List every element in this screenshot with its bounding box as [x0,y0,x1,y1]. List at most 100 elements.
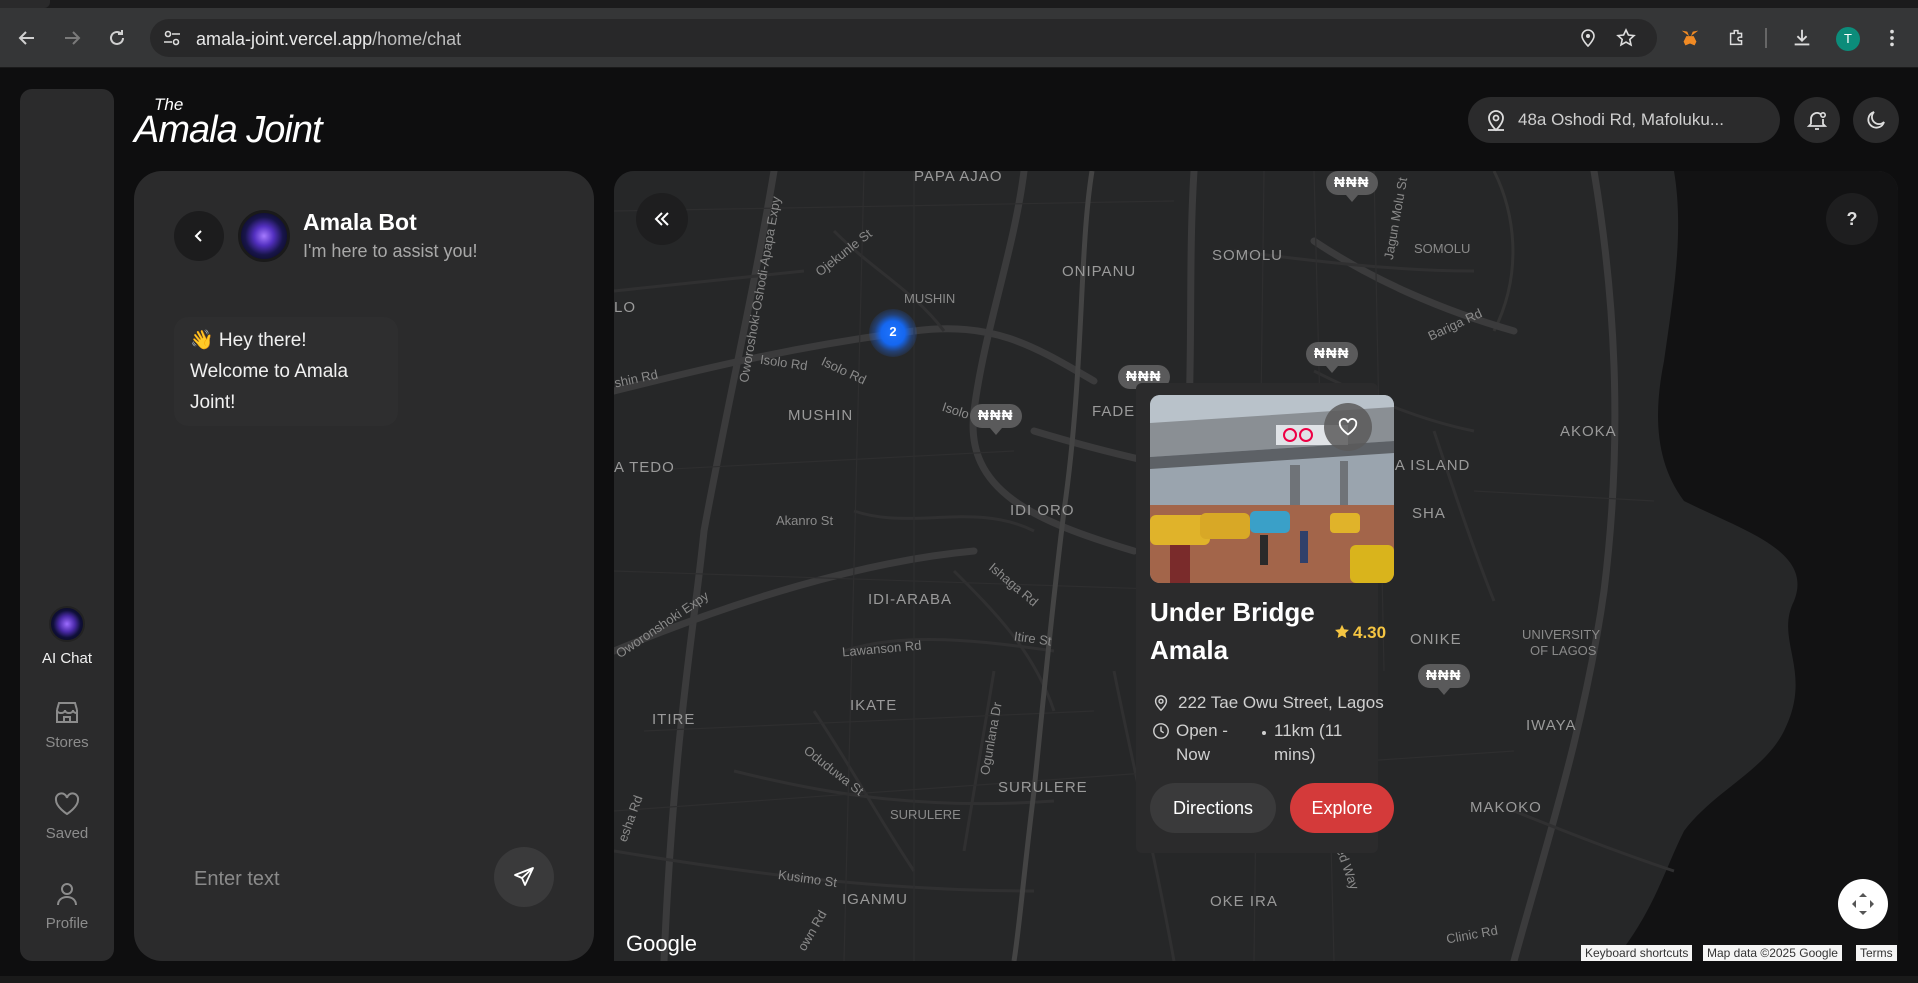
map-area-label: LO [614,299,637,316]
heart-icon [54,792,80,816]
map-street-label: Akanro St [776,513,834,528]
chat-message-bot: 👋 Hey there! Welcome to Amala Joint! [174,317,398,426]
map-area-label: MUSHIN [788,407,854,424]
clock-icon [1153,723,1169,739]
browser-tab[interactable] [0,0,50,8]
bell-icon [1806,112,1828,130]
place-name: Under Bridge Amala [1150,597,1315,665]
chat-input[interactable] [174,851,484,907]
downloads-icon[interactable] [1790,26,1814,50]
sidebar-item-label: AI Chat [41,650,93,667]
logo-name: Amala Joint [134,109,323,151]
place-status-row: Open - Now [1152,719,1236,767]
browser-tab-strip [0,0,1918,8]
map-area-label: FADE [1092,403,1136,420]
url-text: amala-joint.vercel.app/home/chat [196,29,462,49]
keyboard-shortcuts-link[interactable]: Keyboard shortcuts [1581,945,1693,961]
map-area-label: IDI ORO [1010,502,1075,519]
bot-name: Amala Bot [303,209,417,235]
map-area-label: IGANMU [842,891,908,908]
send-button[interactable] [494,847,554,907]
moon-icon [1867,111,1885,129]
cluster-count: 2 [889,324,897,339]
map-area-label: MAKOKO [1470,799,1542,816]
site-settings-icon[interactable] [162,28,182,48]
location-selector[interactable]: 48a Oshodi Rd, Mafoluku... [1468,97,1780,143]
chat-panel: Amala Bot I'm here to assist you! 👋 Hey … [134,171,594,961]
map-area-label: ITIRE [652,711,696,728]
sidebar-item-stores[interactable]: Stores [20,698,114,751]
sidebar: AI Chat Stores Saved Profile [20,89,114,961]
collapse-panel-button[interactable] [636,193,688,245]
map-view[interactable]: PAPA AJAO SOMOLU SOMOLU ONIPANU MUSHIN M… [614,171,1898,961]
place-address: 222 Tae Owu Street, Lagos [1178,693,1384,712]
map-area-label: SHA [1412,505,1446,522]
location-text: 48a Oshodi Rd, Mafoluku... [1518,110,1725,129]
location-pin-icon [1154,695,1168,712]
terms-link[interactable]: Terms [1856,945,1897,961]
price-pin-marker[interactable]: ₦₦₦ [1326,171,1378,202]
bottom-edge [0,976,1918,983]
bot-avatar-icon [49,606,85,642]
bookmark-star-icon[interactable] [1616,28,1636,48]
chat-back-button[interactable] [174,211,224,261]
map-area-label: ONIKE [1410,631,1462,648]
app-root: AI Chat Stores Saved Profile The Amala J… [0,69,1918,983]
place-open-status: Open - Now [1176,721,1228,764]
price-pin-marker[interactable]: ₦₦₦ [1306,342,1358,373]
place-rating: 4.30 [1334,623,1386,643]
sidebar-item-label: Stores [45,734,89,751]
map-area-label: IKATE [850,697,898,714]
map-area-label: OF LAGOS [1530,643,1597,658]
forward-icon[interactable] [56,22,88,54]
map-area-label: SOMOLU [1414,241,1471,256]
profile-avatar[interactable]: T [1836,27,1860,51]
chevron-left-icon [194,230,202,242]
bot-subtitle: I'm here to assist you! [303,241,478,261]
heart-icon [1338,418,1358,436]
separator-dot [1262,731,1266,735]
save-favorite-button[interactable] [1324,403,1372,451]
recenter-button[interactable] [1838,879,1888,929]
map-area-label: PAPA AJAO [914,171,1003,185]
store-icon [56,702,78,723]
map-area-label: OKE IRA [1210,893,1278,910]
toolbar-divider [1765,28,1767,48]
metamask-extension-icon[interactable] [1678,26,1702,50]
help-button[interactable]: ? [1826,193,1878,245]
notifications-button[interactable] [1794,97,1840,143]
sidebar-item-ai-chat[interactable]: AI Chat [20,606,114,667]
place-distance: 11km (11 mins) [1274,721,1343,764]
reload-icon[interactable] [101,22,133,54]
map-area-label: SURULERE [890,807,961,822]
sidebar-item-profile[interactable]: Profile [20,879,114,932]
sidebar-item-label: Saved [45,825,89,842]
theme-toggle-button[interactable] [1853,97,1899,143]
sidebar-item-label: Profile [45,915,89,932]
map-data-attribution: Map data ©2025 Google [1703,945,1842,961]
browser-toolbar: amala-joint.vercel.app/home/chat T [0,8,1918,68]
map-area-label: MUSHIN [904,291,956,306]
double-chevron-left-icon [654,212,669,226]
map-area-label: UNIVERSITY [1522,627,1601,642]
map-area-label: SOMOLU [1212,247,1284,264]
back-icon[interactable] [11,22,43,54]
explore-button[interactable]: Explore [1290,783,1394,833]
price-pin-marker[interactable]: ₦₦₦ [1418,664,1470,695]
extensions-icon[interactable] [1725,26,1749,50]
place-address-row: 222 Tae Owu Street, Lagos [1152,691,1384,715]
fullscreen-icon [1852,893,1874,915]
sidebar-item-saved[interactable]: Saved [20,789,114,842]
send-icon [514,867,534,886]
map-area-label: SURULERE [998,779,1088,796]
cluster-marker[interactable]: 2 [869,309,917,357]
location-pin-icon[interactable] [1578,28,1598,48]
bot-avatar [238,210,290,262]
menu-kebab-icon[interactable] [1880,26,1904,50]
directions-button[interactable]: Directions [1150,783,1276,833]
price-pin-marker[interactable]: ₦₦₦ [970,404,1022,435]
rating-value: 4.30 [1353,623,1387,642]
address-bar[interactable]: amala-joint.vercel.app/home/chat [150,19,1657,57]
star-icon [1335,624,1349,638]
place-card[interactable]: Under Bridge Amala 4.30 222 Tae Owu Stre… [1136,383,1394,853]
